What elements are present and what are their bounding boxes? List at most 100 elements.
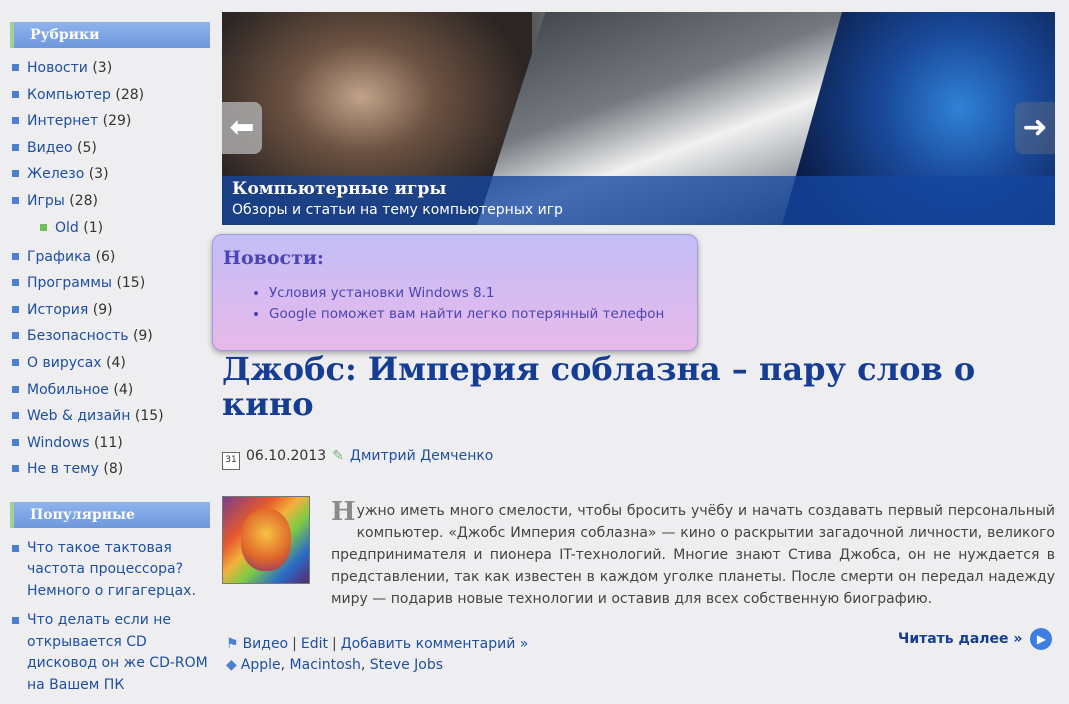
post-title[interactable]: Джобс: Империя соблазна – пару слов о ки… [222,352,1042,422]
news-item[interactable]: Условия установки Windows 8.1 [269,283,697,304]
category-item[interactable]: О вирусах (4) [10,353,210,380]
square-bullet-icon [12,438,19,446]
categories-list: Новости (3) Компьютер (28) Интернет (29)… [10,58,210,486]
featured-slider[interactable]: ⬅ ➜ Компьютерные игры Обзоры и статьи на… [222,12,1055,225]
category-item[interactable]: Компьютер (28) [10,85,210,112]
subcategory-item[interactable]: Old (1) [10,218,210,245]
square-bullet-icon [40,223,47,231]
square-bullet-icon [12,544,19,552]
slider-caption-subtitle: Обзоры и статьи на тему компьютерных игр [232,202,563,218]
tag-separator: , [280,657,286,673]
news-box-title: Новости: [223,247,324,269]
category-item[interactable]: Видео (5) [10,138,210,165]
category-count: (4) [113,381,134,398]
slider-prev-arrow-icon[interactable]: ⬅ [222,102,262,154]
popular-item[interactable]: Что такое тактовая частота процессора? Н… [10,538,210,603]
category-item[interactable]: Новости (3) [10,58,210,85]
category-count: (15) [116,275,146,292]
post-thumbnail[interactable] [222,496,310,584]
square-bullet-icon [12,412,19,420]
read-more-button[interactable]: Читать далее » ▶ [898,628,1053,650]
category-item[interactable]: Безопасность (9) [10,326,210,353]
category-link[interactable]: Железо [27,166,84,182]
category-count: (9) [132,328,153,345]
edit-link[interactable]: Edit [301,636,328,652]
tag-link[interactable]: Macintosh [290,657,361,673]
square-bullet-icon [12,117,19,125]
category-count: (1) [83,219,104,236]
category-item[interactable]: Мобильное (4) [10,380,210,407]
category-item[interactable]: Графика (6) [10,247,210,274]
category-link[interactable]: Не в тему [27,461,99,477]
popular-widget: Популярные Что такое тактовая частота пр… [10,501,210,697]
square-bullet-icon [12,305,19,313]
category-link[interactable]: Новости [27,60,88,76]
category-count: (11) [93,434,123,451]
category-item[interactable]: Игры (28) [10,191,210,218]
category-link[interactable]: Безопасность [27,328,128,344]
category-link[interactable]: Программы [27,275,112,291]
read-more-label: Читать далее » [898,631,1023,647]
tag-link[interactable]: Steve Jobs [370,657,443,673]
post-category-row: ⚑ Видео | Edit | Добавить комментарий » [226,634,528,655]
square-bullet-icon [12,196,19,204]
popular-link[interactable]: Что делать если не открывается CD дисков… [27,612,208,693]
category-item[interactable]: Не в тему (8) [10,459,210,486]
separator: | [292,636,297,652]
flag-icon: ⚑ [226,636,239,652]
post-meta: 31 06.10.2013 ✎ Дмитрий Демченко [222,448,493,470]
drop-cap: Н [331,497,356,527]
category-count: (5) [77,139,97,156]
news-list: Условия установки Windows 8.1 Google пом… [213,283,697,325]
popular-link[interactable]: Что такое тактовая частота процессора? Н… [27,540,196,599]
popular-item[interactable]: Что делать если не открывается CD дисков… [10,610,210,696]
news-link[interactable]: Условия установки Windows 8.1 [269,285,495,301]
post-category-link[interactable]: Видео [243,636,289,652]
slider-caption-title[interactable]: Компьютерные игры [232,179,1055,199]
square-bullet-icon [12,465,19,473]
category-link[interactable]: Интернет [27,113,98,129]
square-bullet-icon [12,64,19,71]
category-link[interactable]: История [27,302,88,318]
category-item[interactable]: Программы (15) [10,273,210,300]
category-item[interactable]: История (9) [10,300,210,327]
news-link[interactable]: Google поможет вам найти легко потерянны… [269,306,664,322]
category-link[interactable]: Игры [27,193,65,209]
slider-next-arrow-icon[interactable]: ➜ [1015,102,1055,154]
category-item[interactable]: Windows (11) [10,433,210,460]
square-bullet-icon [12,358,19,366]
category-link[interactable]: Компьютер [27,87,111,103]
category-item[interactable]: Интернет (29) [10,111,210,138]
post-date: 06.10.2013 [246,448,327,464]
play-circle-icon: ▶ [1030,628,1053,650]
category-count: (28) [115,86,145,103]
category-link[interactable]: Графика [27,249,91,265]
square-bullet-icon [12,332,19,340]
post-footer-links: ⚑ Видео | Edit | Добавить комментарий » ◆ Appl… [226,634,528,676]
category-link[interactable]: Мобильное [27,382,109,398]
category-count: (3) [88,166,109,183]
square-bullet-icon [12,279,19,287]
square-bullet-icon [12,385,19,393]
tag-link[interactable]: Apple [241,657,281,673]
subcategory-list: Old (1) [10,218,210,245]
news-item[interactable]: Google поможет вам найти легко потерянны… [269,304,697,325]
tag-separator: , [360,657,366,673]
category-item[interactable]: Железо (3) [10,164,210,191]
category-count: (28) [69,192,98,209]
category-link[interactable]: Web & дизайн [27,408,130,424]
add-comment-link[interactable]: Добавить комментарий » [341,636,529,652]
category-item[interactable]: Web & дизайн (15) [10,406,210,433]
post-excerpt-text: ужно иметь много смелости, чтобы бросить… [331,503,1055,607]
subcategory-link[interactable]: Old [55,220,79,236]
categories-widget-title: Рубрики [10,22,210,48]
post-author-link[interactable]: Дмитрий Демченко [350,448,493,464]
category-count: (8) [103,461,124,478]
subcategory-list-wrapper: Old (1) [10,218,210,240]
square-bullet-icon [12,90,19,98]
square-bullet-icon [12,170,19,178]
news-box: Новости: Условия установки Windows 8.1 G… [212,234,698,351]
category-link[interactable]: О вирусах [27,355,102,371]
category-link[interactable]: Windows [27,435,90,451]
category-link[interactable]: Видео [27,140,73,156]
